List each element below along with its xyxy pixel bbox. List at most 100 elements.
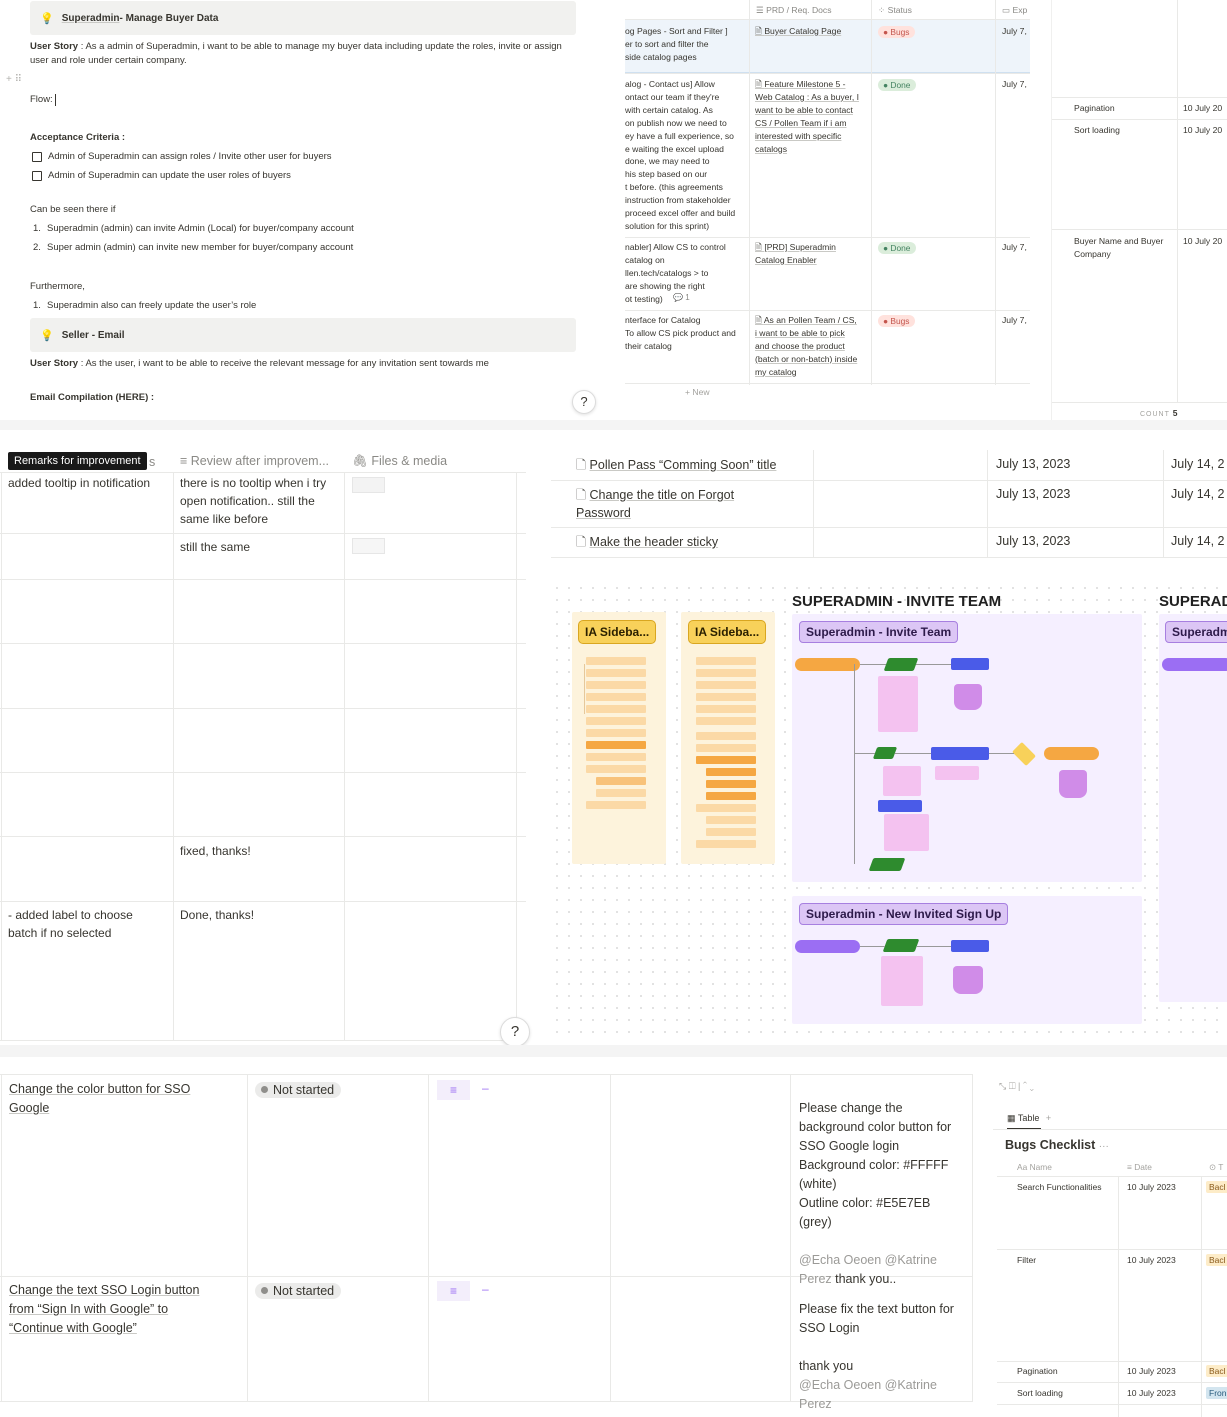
expected-date-header[interactable]: ▭ Exp bbox=[1002, 5, 1027, 16]
paperclip-icon: 🖇 bbox=[352, 454, 372, 468]
type-badge[interactable]: Bacl bbox=[1206, 1181, 1227, 1193]
list-item-name[interactable]: Sort loading bbox=[1074, 124, 1120, 137]
invite-team-title: SUPERADMIN - INVITE TEAM bbox=[792, 593, 1002, 610]
prd-doc-link[interactable]: 🗎 [PRD] Superadmin Catalog Enabler bbox=[755, 241, 836, 267]
name-header[interactable]: Aa Name bbox=[1017, 1162, 1052, 1172]
status-badge[interactable]: ● Bugs bbox=[878, 26, 916, 38]
help-button[interactable]: ? bbox=[500, 1017, 530, 1047]
add-view-button[interactable]: + bbox=[1046, 1113, 1051, 1123]
list-item-name[interactable]: Buyer Name and Buyer Company bbox=[1074, 235, 1163, 261]
ia-sidebar-frame-1[interactable] bbox=[572, 612, 666, 864]
prd-doc-link[interactable]: 🗎 Feature Milestone 5 - Web Catalog : As… bbox=[755, 78, 859, 155]
bug-name[interactable]: Filter bbox=[1017, 1255, 1036, 1265]
page-row-title[interactable]: 🗋 Change the title on Forgot Password bbox=[576, 486, 734, 522]
date-cell: July 14, 2 bbox=[1171, 534, 1225, 548]
priority-icon[interactable]: ≡ bbox=[437, 1281, 470, 1301]
prd-doc-link[interactable]: 🗎 As an Pollen Team / CS, i want to be a… bbox=[755, 314, 857, 379]
table-view-tab[interactable]: ▦ Table + bbox=[1007, 1113, 1051, 1124]
page-row-title[interactable]: 🗋 Pollen Pass “Comming Soon” title bbox=[576, 456, 776, 474]
bug-name[interactable]: Sort loading bbox=[1017, 1388, 1063, 1398]
review-cell[interactable]: there is no tooltip when i try open noti… bbox=[180, 474, 326, 528]
page-row-title[interactable]: 🗋 Make the header sticky bbox=[576, 533, 718, 551]
date-cell: July 7, bbox=[1002, 79, 1027, 89]
bug-title[interactable]: Change the text SSO Login button from “S… bbox=[9, 1281, 199, 1338]
status-badge[interactable]: Not started bbox=[255, 1082, 342, 1098]
status-badge[interactable]: ● Done bbox=[878, 242, 917, 254]
checkbox-icon[interactable] bbox=[32, 151, 42, 162]
seen-item: 1. Superadmin (admin) can invite Admin (L… bbox=[33, 223, 354, 234]
list-item-date: 10 July 20 bbox=[1183, 236, 1223, 246]
prd-table-panel: ☰ PRD / Req. Docs ⁘ Status ▭ Exp og Page… bbox=[625, 0, 1030, 420]
effort-icon[interactable]: – bbox=[482, 1282, 489, 1296]
remark-cell[interactable]: - added label to choose batch if no sele… bbox=[8, 906, 133, 942]
bug-title[interactable]: Change the color button for SSO Google bbox=[9, 1080, 190, 1118]
date-header[interactable]: ≡ Date bbox=[1127, 1162, 1152, 1172]
list-item-name[interactable]: Pagination bbox=[1074, 102, 1115, 115]
file-thumbnail[interactable] bbox=[352, 477, 385, 493]
bug-date: 10 July 2023 bbox=[1127, 1366, 1176, 1376]
review-cell[interactable]: Done, thanks! bbox=[180, 906, 254, 924]
ia-sidebar-chip-2[interactable]: IA Sideba... bbox=[688, 620, 767, 644]
prd-doc-header[interactable]: ☰ PRD / Req. Docs bbox=[756, 5, 832, 16]
list-icon: ☰ bbox=[756, 5, 767, 15]
bug-name[interactable]: Pagination bbox=[1017, 1366, 1058, 1376]
doc-icon: 🗎 bbox=[755, 79, 765, 89]
toolbar-icons[interactable]: ⤡ ◫ | ⌃ ⌄ bbox=[999, 1081, 1034, 1092]
new-invited-signup-chip[interactable]: Superadmin - New Invited Sign Up bbox=[799, 903, 1009, 925]
more-icon[interactable]: ··· bbox=[1099, 1141, 1109, 1152]
bug-name[interactable]: Search Functionalities bbox=[1017, 1182, 1102, 1192]
third-frame[interactable] bbox=[1159, 614, 1227, 1002]
remark-cell[interactable]: added tooltip in notification bbox=[8, 474, 150, 492]
file-thumbnail[interactable] bbox=[352, 538, 385, 554]
invite-team-chip[interactable]: Superadmin - Invite Team bbox=[799, 621, 959, 643]
list-item-date: 10 July 20 bbox=[1183, 125, 1223, 135]
column-tooltip: Remarks for improvement bbox=[8, 452, 147, 470]
help-button[interactable]: ? bbox=[572, 390, 596, 414]
whiteboard-canvas[interactable]: IA Sideba... IA Sideba... SUPERADMIN - I… bbox=[551, 582, 1227, 1036]
date-cell: July 14, 2 bbox=[1171, 487, 1225, 501]
comment-count[interactable]: 💬 1 bbox=[673, 293, 690, 302]
status-badge[interactable]: ● Done bbox=[878, 79, 917, 91]
page-icon: 🗋 bbox=[576, 535, 590, 549]
type-badge[interactable]: Bacl bbox=[1206, 1254, 1227, 1266]
status-badge[interactable]: ● Bugs bbox=[878, 315, 916, 327]
type-badge[interactable]: Bacl bbox=[1206, 1365, 1227, 1377]
seen-item: 2. Super admin (admin) can invite new mem… bbox=[33, 242, 354, 253]
acceptance-label: Acceptance Criteria : bbox=[30, 132, 126, 143]
comment-cell: Please fix the text button for SSO Login… bbox=[799, 1302, 954, 1411]
date-cell: July 7, bbox=[1002, 242, 1027, 252]
files-header[interactable]: 🖇 Files & media bbox=[352, 454, 447, 469]
type-header[interactable]: ⊙ T bbox=[1209, 1162, 1223, 1172]
block-handle-icon[interactable]: + ⠿ bbox=[6, 74, 22, 85]
review-header[interactable]: ≡ Review after improvem... bbox=[180, 454, 329, 468]
status-header[interactable]: ⁘ Status bbox=[878, 5, 912, 16]
status-badge[interactable]: Not started bbox=[255, 1283, 342, 1299]
review-cell[interactable]: fixed, thanks! bbox=[180, 842, 251, 860]
checkbox-icon[interactable] bbox=[32, 170, 42, 181]
table-row-name[interactable]: nterface for Catalog To allow CS pick pr… bbox=[625, 314, 736, 353]
review-cell[interactable]: still the same bbox=[180, 538, 250, 556]
list-item-date: 10 July 20 bbox=[1183, 103, 1223, 113]
date-cell: July 7, bbox=[1002, 26, 1027, 36]
criteria-item[interactable]: Admin of Superadmin can assign roles / I… bbox=[32, 151, 332, 162]
email-compilation-label: Email Compilation (HERE) : bbox=[30, 392, 155, 403]
comment-cell: Please change the background color butto… bbox=[799, 1101, 952, 1286]
callout-title-link[interactable]: Superadmin bbox=[62, 13, 120, 24]
criteria-item[interactable]: Admin of Superadmin can update the user … bbox=[32, 170, 291, 181]
lightbulb-icon: 💡 bbox=[40, 329, 54, 342]
flow-label: Flow: bbox=[30, 94, 53, 105]
table-row-name[interactable]: alog - Contact us] Allow ontact our team… bbox=[625, 78, 735, 233]
can-be-seen-label: Can be seen there if bbox=[30, 204, 116, 215]
third-frame-chip[interactable]: Superadm bbox=[1165, 621, 1227, 643]
prd-doc-link[interactable]: 🗎 Buyer Catalog Page bbox=[755, 25, 841, 38]
table-row-name[interactable]: og Pages - Sort and Filter ] er to sort … bbox=[625, 25, 728, 64]
new-row-button[interactable]: + New bbox=[685, 387, 710, 397]
date-cell: July 13, 2023 bbox=[996, 487, 1071, 501]
type-badge[interactable]: Fron bbox=[1206, 1387, 1227, 1399]
further-item: 1. Superadmin also can freely update the … bbox=[33, 300, 257, 311]
text-lines-icon: ≡ bbox=[180, 454, 191, 468]
ia-sidebar-chip-1[interactable]: IA Sideba... bbox=[578, 620, 657, 644]
effort-icon[interactable]: – bbox=[482, 1081, 489, 1095]
page-icon: 🗋 bbox=[576, 458, 590, 472]
priority-icon[interactable]: ≡ bbox=[437, 1080, 470, 1100]
